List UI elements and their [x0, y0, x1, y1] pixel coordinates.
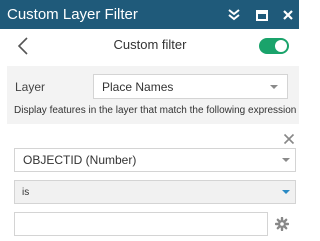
- chevron-down-icon: [282, 158, 290, 162]
- help-text: Display features in the layer that match…: [14, 105, 297, 116]
- toggle-knob: [275, 40, 287, 52]
- maximize-icon[interactable]: [254, 7, 270, 23]
- filter-toggle[interactable]: [259, 38, 289, 54]
- layer-label: Layer: [15, 80, 46, 94]
- operator-select[interactable]: is: [14, 180, 296, 204]
- layer-select[interactable]: Place Names: [93, 74, 288, 99]
- close-icon[interactable]: [280, 7, 296, 23]
- remove-expression-icon[interactable]: [283, 133, 295, 145]
- field-select-value: OBJECTID (Number): [23, 153, 137, 167]
- chevron-down-icon: [282, 190, 290, 194]
- value-input[interactable]: [14, 212, 268, 236]
- layer-select-value: Place Names: [102, 80, 174, 94]
- chevrons-down-icon[interactable]: [226, 7, 242, 23]
- title-bar: Custom Layer Filter: [0, 0, 299, 29]
- operator-select-value: is: [22, 187, 30, 198]
- window-title: Custom Layer Filter: [7, 6, 138, 23]
- field-select[interactable]: OBJECTID (Number): [14, 148, 296, 172]
- chevron-down-icon: [270, 85, 278, 89]
- nav-title: Custom filter: [113, 37, 187, 52]
- gear-icon[interactable]: [275, 217, 289, 231]
- nav-bar: Custom filter: [0, 29, 299, 62]
- back-button[interactable]: [14, 35, 34, 57]
